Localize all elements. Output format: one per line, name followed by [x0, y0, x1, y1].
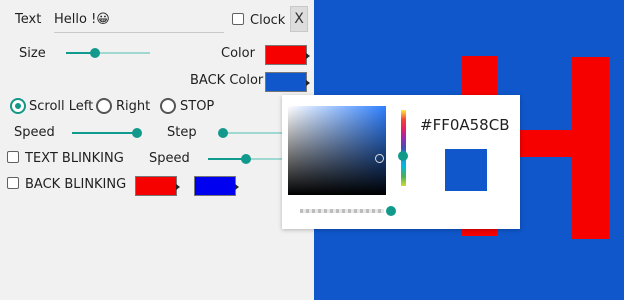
step-slider[interactable]: [218, 128, 282, 138]
stop-radio[interactable]: [160, 98, 176, 114]
speed-slider-thumb[interactable]: [132, 128, 142, 138]
alpha-slider[interactable]: [300, 209, 384, 213]
picker-selector[interactable]: [375, 154, 384, 163]
size-slider[interactable]: [66, 48, 150, 58]
saturation-value-box[interactable]: [288, 106, 386, 195]
back-color-label: BACK Color: [190, 73, 264, 88]
scroll-left-radio[interactable]: [10, 98, 26, 114]
speed-slider[interactable]: [72, 128, 142, 138]
speed-slider-fill: [72, 132, 136, 134]
step-slider-track: [222, 132, 282, 134]
close-button-label: X: [294, 11, 304, 27]
right-radio[interactable]: [96, 98, 112, 114]
size-label: Size: [19, 46, 46, 61]
text-input-value: Hello !😀: [54, 12, 110, 27]
scroll-left-label: Scroll Left: [29, 99, 94, 114]
hue-slider-thumb[interactable]: [398, 151, 408, 161]
text-color-swatch[interactable]: [265, 45, 310, 65]
speed-label: Speed: [14, 125, 55, 140]
blink-speed-slider[interactable]: [208, 154, 282, 164]
preview-letter-right-stroke: [572, 57, 609, 239]
step-label: Step: [167, 125, 197, 140]
blink-color-1-swatch[interactable]: [135, 176, 180, 196]
color-label: Color: [221, 46, 255, 61]
alpha-slider-thumb[interactable]: [386, 206, 396, 216]
text-blinking-label: TEXT BLINKING: [25, 151, 124, 166]
blink-color-2-swatch[interactable]: [194, 176, 239, 196]
close-button[interactable]: X: [290, 6, 308, 32]
size-slider-thumb[interactable]: [90, 48, 100, 58]
back-blinking-checkbox[interactable]: [7, 177, 19, 189]
text-label: Text: [15, 12, 42, 27]
blink-speed-slider-fill: [208, 158, 245, 160]
text-blinking-checkbox[interactable]: [7, 151, 19, 163]
step-slider-thumb[interactable]: [218, 128, 228, 138]
hex-value-label: #FF0A58CB: [420, 116, 510, 134]
right-label: Right: [116, 99, 151, 114]
clock-checkbox[interactable]: [232, 13, 244, 25]
text-input[interactable]: Hello !😀: [54, 10, 224, 33]
color-preview-swatch: [445, 149, 487, 191]
stop-label: STOP: [180, 99, 215, 114]
settings-panel: Text Hello !😀 Clock X Size Color BACK Co…: [0, 0, 314, 300]
blink-speed-slider-thumb[interactable]: [241, 154, 251, 164]
clock-label: Clock: [250, 13, 286, 28]
back-color-swatch[interactable]: [265, 72, 310, 92]
hue-slider[interactable]: [401, 110, 406, 186]
back-blinking-label: BACK BLINKING: [25, 177, 127, 192]
blink-speed-label: Speed: [149, 151, 190, 166]
